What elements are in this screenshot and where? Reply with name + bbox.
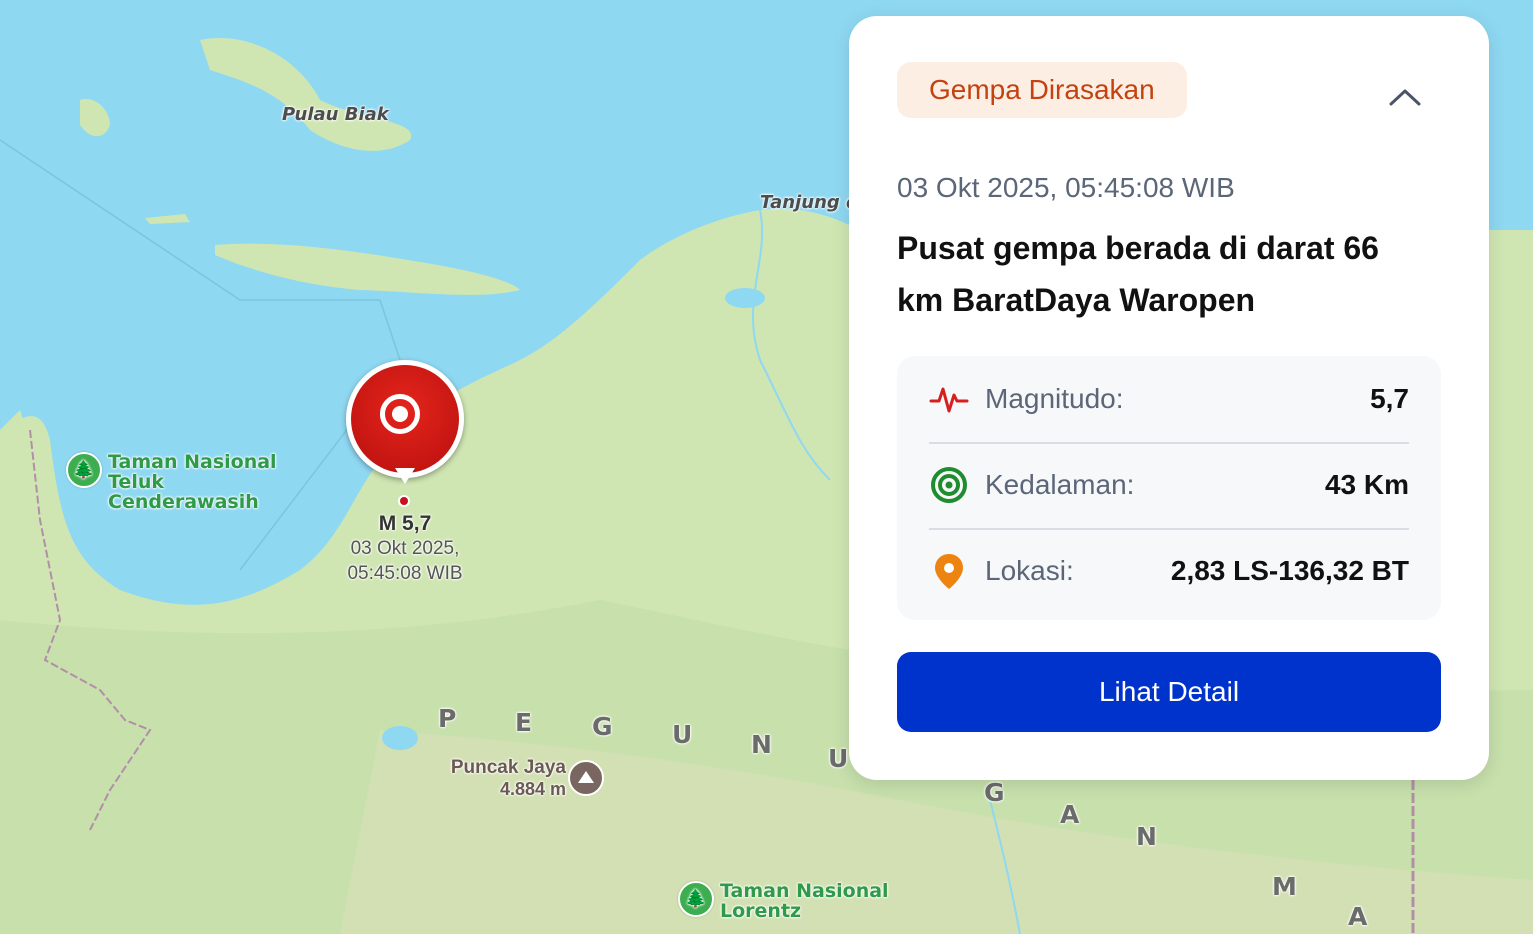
range-letter: G <box>984 778 1005 807</box>
marker-label: M 5,7 03 Okt 2025, 05:45:08 WIB <box>305 512 505 586</box>
marker-magnitude: M 5,7 <box>378 512 432 535</box>
location-label: Lokasi: <box>985 555 1074 586</box>
range-letter: A <box>1348 902 1368 931</box>
range-letter: P <box>438 704 457 733</box>
chevron-up-icon[interactable] <box>1385 82 1425 112</box>
lake-1 <box>725 288 765 308</box>
felt-earthquake-badge: Gempa Dirasakan <box>897 62 1187 118</box>
park-lorentz[interactable]: 🌲 Taman Nasional Lorentz <box>678 881 889 921</box>
park-label: Taman Nasional Teluk Cenderawasih <box>108 451 277 513</box>
park-teluk-cenderawasih[interactable]: 🌲 Taman Nasional Teluk Cenderawasih <box>66 452 277 512</box>
target-icon <box>931 467 967 503</box>
depth-value: 43 Km <box>1324 469 1409 500</box>
range-letter: G <box>592 712 613 741</box>
epicenter-marker[interactable] <box>346 360 464 507</box>
range-letter: U <box>672 720 693 749</box>
tree-icon: 🌲 <box>678 881 714 917</box>
magnitude-label: Magnitudo: <box>985 383 1124 414</box>
peak-puncak-jaya[interactable]: Puncak Jaya 4.884 m <box>420 757 566 800</box>
depth-row: Kedalaman: 43 Km <box>929 442 1409 530</box>
depth-label: Kedalaman: <box>985 469 1135 500</box>
range-letter: N <box>751 730 772 759</box>
peak-name: Puncak Jaya <box>450 757 566 778</box>
range-letter: A <box>1060 800 1080 829</box>
event-headline: Pusat gempa berada di darat 66 km BaratD… <box>897 230 1379 318</box>
location-pin-icon <box>935 554 963 589</box>
range-letter: N <box>1136 822 1157 851</box>
marker-tail <box>395 468 415 484</box>
info-box: Magnitudo: 5,7 Kedalaman: 43 Km Lokasi: … <box>897 356 1441 620</box>
park-label: Taman Nasional Lorentz <box>720 880 889 922</box>
mountain-icon[interactable] <box>568 760 604 796</box>
location-row: Lokasi: 2,83 LS-136,32 BT <box>929 528 1409 614</box>
event-timestamp: 03 Okt 2025, 05:45:08 WIB <box>897 172 1235 203</box>
earthquake-info-card: Gempa Dirasakan 03 Okt 2025, 05:45:08 WI… <box>849 16 1489 780</box>
magnitude-row: Magnitudo: 5,7 <box>929 356 1409 444</box>
tree-icon: 🌲 <box>66 452 102 488</box>
range-letter: E <box>515 708 533 737</box>
epicenter-dot <box>398 495 410 507</box>
marker-core <box>392 406 408 422</box>
magnitude-value: 5,7 <box>1370 383 1409 414</box>
marker-time: 05:45:08 WIB <box>347 563 463 584</box>
island-label-biak: Pulau Biak <box>282 104 389 125</box>
marker-date: 03 Okt 2025, <box>350 538 460 559</box>
peak-elevation: 4.884 m <box>499 779 566 799</box>
pulse-icon <box>929 387 969 413</box>
range-letter: U <box>828 744 849 773</box>
range-letter: M <box>1272 872 1297 901</box>
cape-label: Tanjung d <box>760 192 859 213</box>
lake-2 <box>382 726 418 750</box>
view-detail-button[interactable]: Lihat Detail <box>897 652 1441 732</box>
location-value: 2,83 LS-136,32 BT <box>1170 555 1409 586</box>
